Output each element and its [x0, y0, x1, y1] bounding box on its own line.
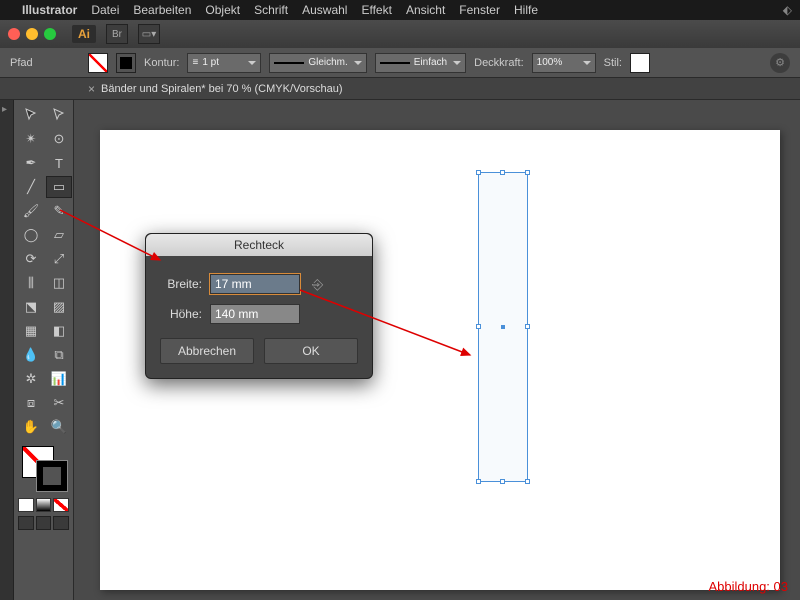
color-mode-none[interactable] — [53, 498, 69, 512]
resize-handle[interactable] — [525, 324, 530, 329]
stroke-color-icon[interactable] — [36, 460, 68, 492]
scale-tool[interactable]: ⤢ — [46, 248, 72, 270]
window-titlebar: Ai Br ▭▾ — [0, 20, 800, 48]
rectangle-dialog: Rechteck Breite: ⎆ Höhe: Abbrechen OK — [145, 233, 373, 379]
panel-menu-icon[interactable]: ⚙ — [770, 53, 790, 73]
dialog-title: Rechteck — [146, 234, 372, 256]
rectangle-object[interactable] — [478, 172, 528, 482]
style-swatch[interactable] — [630, 53, 650, 73]
magic-wand-tool[interactable]: ✴ — [18, 128, 44, 150]
menu-ansicht[interactable]: Ansicht — [406, 3, 445, 17]
stroke-weight-input[interactable] — [202, 57, 242, 68]
window-close-button[interactable] — [8, 28, 20, 40]
document-tab-title: Bänder und Spiralen* bei 70 % (CMYK/Vors… — [101, 83, 343, 95]
resize-handle[interactable] — [476, 170, 481, 175]
stroke-label: Kontur: — [144, 57, 179, 69]
drawing-mode-behind[interactable] — [36, 516, 52, 530]
window-zoom-button[interactable] — [44, 28, 56, 40]
shape-builder-tool[interactable]: ⬔ — [18, 296, 44, 318]
opacity-label: Deckkraft: — [474, 57, 524, 69]
opacity-dropdown[interactable] — [532, 53, 596, 73]
style-label: Stil: — [604, 57, 622, 69]
window-minimize-button[interactable] — [26, 28, 38, 40]
resize-handle[interactable] — [476, 324, 481, 329]
menubar-app[interactable]: Illustrator — [22, 3, 77, 17]
close-tab-icon[interactable]: × — [88, 82, 95, 96]
width-label: Breite: — [160, 277, 202, 291]
resize-handle[interactable] — [500, 170, 505, 175]
cancel-button[interactable]: Abbrechen — [160, 338, 254, 364]
pencil-tool[interactable]: ✎ — [46, 200, 72, 222]
drawing-mode-inside[interactable] — [53, 516, 69, 530]
menu-fenster[interactable]: Fenster — [459, 3, 500, 17]
blob-brush-tool[interactable]: ◯ — [18, 224, 44, 246]
selection-tool[interactable] — [18, 104, 44, 126]
opacity-input[interactable] — [537, 57, 577, 68]
panel-collapse-strip[interactable]: ▸ — [0, 100, 14, 600]
color-mode-gradient[interactable] — [36, 498, 52, 512]
type-tool[interactable]: T — [46, 152, 72, 174]
rotate-tool[interactable]: ⟳ — [18, 248, 44, 270]
eraser-tool[interactable]: ▱ — [46, 224, 72, 246]
screen-mode-row — [18, 516, 69, 530]
menu-schrift[interactable]: Schrift — [254, 3, 288, 17]
mesh-tool[interactable]: ▦ — [18, 320, 44, 342]
arrange-button[interactable]: ▭▾ — [138, 24, 160, 44]
blend-tool[interactable]: ⧉ — [46, 344, 72, 366]
macos-menubar: Illustrator Datei Bearbeiten Objekt Schr… — [0, 0, 800, 20]
resize-handle[interactable] — [476, 479, 481, 484]
figure-caption: Abbildung: 03 — [708, 579, 788, 594]
color-mode-row — [18, 498, 69, 512]
height-input[interactable] — [210, 304, 300, 324]
ok-button[interactable]: OK — [264, 338, 358, 364]
control-bar: Pfad Kontur: ≡ Gleichm. Einfach Deckkraf… — [0, 48, 800, 78]
lasso-tool[interactable]: ⊙ — [46, 128, 72, 150]
document-tabbar: × Bänder und Spiralen* bei 70 % (CMYK/Vo… — [0, 78, 800, 100]
free-transform-tool[interactable]: ◫ — [46, 272, 72, 294]
constrain-proportions-icon[interactable]: ⎆ — [312, 276, 323, 293]
menu-auswahl[interactable]: Auswahl — [302, 3, 347, 17]
slice-tool[interactable]: ✂ — [46, 392, 72, 414]
line-tool[interactable]: ╱ — [18, 176, 44, 198]
color-mode-solid[interactable] — [18, 498, 34, 512]
resize-handle[interactable] — [500, 479, 505, 484]
paintbrush-tool[interactable]: 🖌 — [18, 200, 44, 222]
brush-dropdown[interactable]: Einfach — [375, 53, 466, 73]
menu-datei[interactable]: Datei — [91, 3, 119, 17]
zoom-tool[interactable]: 🔍 — [46, 416, 72, 438]
pen-tool[interactable]: ✒ — [18, 152, 44, 174]
menu-bearbeiten[interactable]: Bearbeiten — [133, 3, 191, 17]
document-tab[interactable]: × Bänder und Spiralen* bei 70 % (CMYK/Vo… — [80, 82, 351, 96]
workspace: ▸ ✴ ⊙ ✒ T ╱ ▭ 🖌 ✎ ◯ ▱ ⟳ ⤢ ⫼ ◫ ⬔ ▨ ▦ ◧ 💧 … — [0, 100, 800, 600]
resize-handle[interactable] — [525, 170, 530, 175]
artboard-tool[interactable]: ⧈ — [18, 392, 44, 414]
fill-stroke-control[interactable] — [18, 444, 69, 494]
stroke-swatch[interactable] — [116, 53, 136, 73]
fill-swatch[interactable] — [88, 53, 108, 73]
eyedropper-tool[interactable]: 💧 — [18, 344, 44, 366]
menu-hilfe[interactable]: Hilfe — [514, 3, 538, 17]
resize-handle[interactable] — [525, 479, 530, 484]
gradient-tool[interactable]: ◧ — [46, 320, 72, 342]
graph-tool[interactable]: 📊 — [46, 368, 72, 390]
hand-tool[interactable]: ✋ — [18, 416, 44, 438]
center-point-icon — [501, 325, 505, 329]
rectangle-tool[interactable]: ▭ — [46, 176, 72, 198]
width-tool[interactable]: ⫼ — [18, 272, 44, 294]
stroke-profile-dropdown[interactable]: Gleichm. — [269, 53, 366, 73]
menu-objekt[interactable]: Objekt — [205, 3, 240, 17]
symbol-sprayer-tool[interactable]: ✲ — [18, 368, 44, 390]
direct-selection-tool[interactable] — [46, 104, 72, 126]
tools-panel: ✴ ⊙ ✒ T ╱ ▭ 🖌 ✎ ◯ ▱ ⟳ ⤢ ⫼ ◫ ⬔ ▨ ▦ ◧ 💧 ⧉ … — [14, 100, 74, 600]
selection-type: Pfad — [10, 57, 80, 69]
perspective-tool[interactable]: ▨ — [46, 296, 72, 318]
width-input[interactable] — [210, 274, 300, 294]
dropbox-icon[interactable]: ⬖ — [783, 3, 792, 17]
stroke-weight-dropdown[interactable]: ≡ — [187, 53, 261, 73]
app-icon: Ai — [72, 25, 96, 43]
height-label: Höhe: — [160, 307, 202, 321]
bridge-button[interactable]: Br — [106, 24, 128, 44]
drawing-mode-normal[interactable] — [18, 516, 34, 530]
menu-effekt[interactable]: Effekt — [361, 3, 391, 17]
